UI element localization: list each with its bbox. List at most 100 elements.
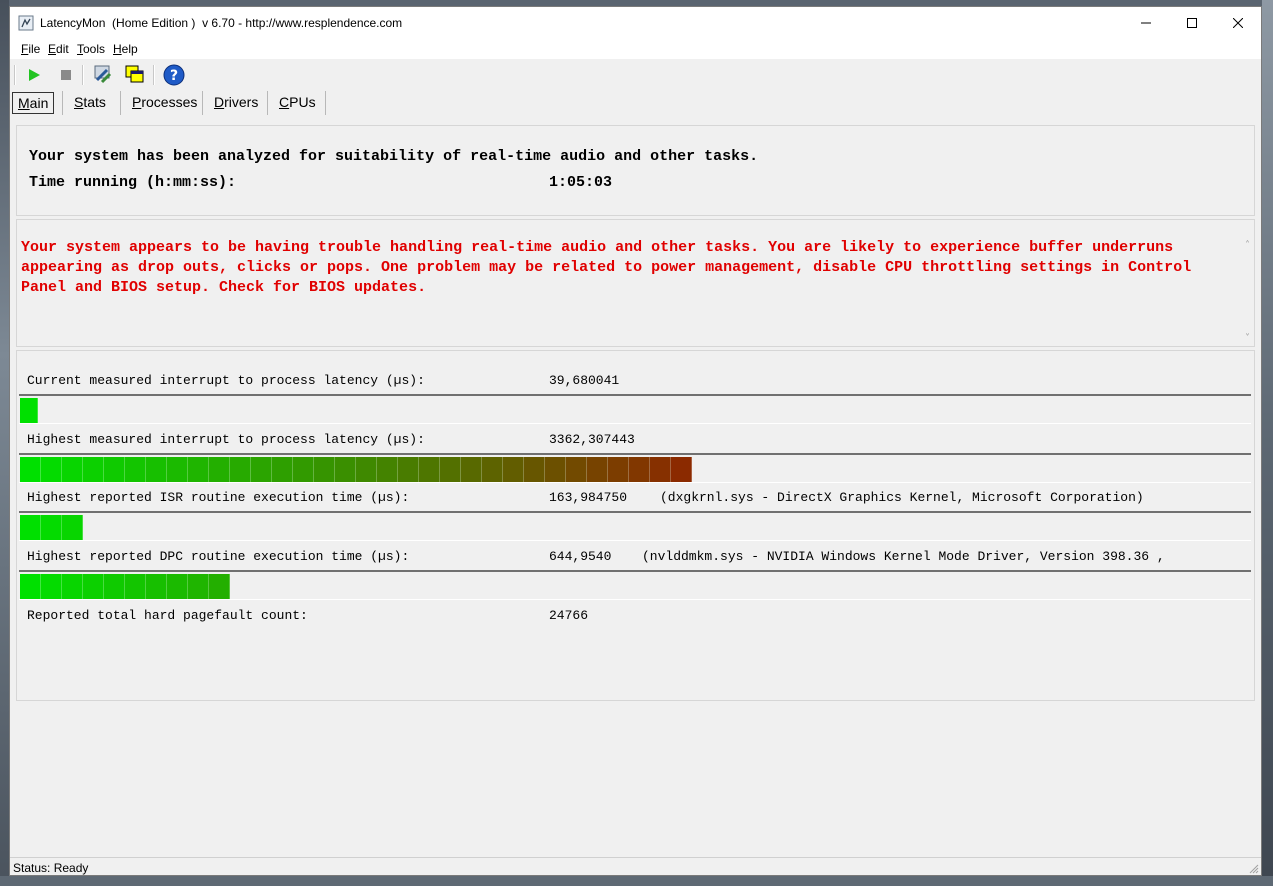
- bar-segment: [188, 457, 209, 482]
- stop-icon: [61, 70, 71, 80]
- maximize-button[interactable]: [1169, 7, 1215, 39]
- bar-segment: [20, 515, 41, 540]
- bar-segment: [104, 574, 125, 599]
- bar-segment: [650, 457, 671, 482]
- highest-latency-value: 3362,307443: [549, 432, 635, 447]
- tab-separator: [267, 91, 268, 115]
- menu-bar: File Edit Tools Help: [10, 39, 1261, 59]
- bar-segment: [146, 574, 167, 599]
- tab-main[interactable]: Main: [12, 92, 55, 114]
- help-button[interactable]: ?: [162, 63, 186, 87]
- tab-processes[interactable]: Processes: [127, 92, 202, 112]
- menu-edit[interactable]: Edit: [48, 42, 69, 56]
- bar-segment: [41, 457, 62, 482]
- bar-segment: [608, 457, 629, 482]
- bar-segment: [335, 457, 356, 482]
- tab-cpus[interactable]: CPUs: [274, 92, 321, 112]
- bar-segment: [398, 457, 419, 482]
- bar-segment: [20, 457, 41, 482]
- isr-time-bar-fill: [20, 515, 83, 540]
- dpc-time-bar-fill: [20, 574, 230, 599]
- bar-segment: [440, 457, 461, 482]
- bar-segment: [671, 457, 692, 482]
- tab-bar: Main Stats Processes Drivers CPUs: [10, 89, 1261, 117]
- play-icon: [29, 69, 40, 81]
- bar-segment: [83, 457, 104, 482]
- bar-segment: [104, 457, 125, 482]
- toolbar-separator: [14, 65, 16, 85]
- menu-file[interactable]: File: [21, 42, 40, 56]
- bar-segment: [293, 457, 314, 482]
- pagefault-value: 24766: [549, 608, 589, 623]
- scroll-down-icon[interactable]: ˅: [1245, 333, 1250, 344]
- current-latency-bar-fill: [20, 398, 38, 423]
- bar-segment: [83, 574, 104, 599]
- tab-separator: [202, 91, 203, 115]
- bar-segment: [419, 457, 440, 482]
- analysis-summary: Your system has been analyzed for suitab…: [29, 148, 759, 165]
- windows-icon: [125, 65, 144, 83]
- isr-driver-info: (dxgkrnl.sys - DirectX Graphics Kernel, …: [660, 490, 1144, 505]
- bar-segment: [41, 515, 62, 540]
- windows-button[interactable]: [123, 63, 147, 87]
- warning-message: Your system appears to be having trouble…: [21, 239, 1192, 296]
- desktop-background-right: [1262, 0, 1273, 886]
- bar-segment: [41, 574, 62, 599]
- bar-segment: [209, 457, 230, 482]
- help-icon: ?: [163, 64, 185, 86]
- isr-time-label: Highest reported ISR routine execution t…: [27, 490, 410, 505]
- title-bar[interactable]: LatencyMon (Home Edition ) v 6.70 - http…: [10, 7, 1261, 39]
- latencymon-window: LatencyMon (Home Edition ) v 6.70 - http…: [9, 6, 1262, 876]
- scroll-up-icon[interactable]: ˄: [1245, 240, 1250, 251]
- bar-segment: [167, 574, 188, 599]
- bar-segment: [125, 574, 146, 599]
- close-button[interactable]: [1215, 7, 1261, 39]
- dpc-time-value: 644,9540: [549, 549, 612, 564]
- tab-separator: [120, 91, 121, 115]
- tab-drivers[interactable]: Drivers: [209, 92, 263, 112]
- window-title: LatencyMon (Home Edition ) v 6.70 - http…: [40, 16, 403, 30]
- resize-grip-icon[interactable]: [1249, 864, 1259, 874]
- time-running-label: Time running (h:mm:ss):: [29, 174, 237, 191]
- menu-tools[interactable]: Tools: [77, 42, 105, 56]
- minimize-button[interactable]: [1123, 7, 1169, 39]
- tab-separator: [325, 91, 326, 115]
- warning-panel[interactable]: Your system appears to be having trouble…: [16, 219, 1255, 347]
- toolbar-separator: [82, 65, 84, 85]
- svg-text:?: ?: [170, 68, 178, 84]
- highest-latency-bar: [19, 453, 1251, 483]
- bar-segment: [503, 457, 524, 482]
- time-running-value: 1:05:03: [549, 174, 613, 191]
- dpc-time-label: Highest reported DPC routine execution t…: [27, 549, 410, 564]
- status-text: Status: Ready: [13, 861, 89, 875]
- desktop-background-bottom: [0, 876, 1273, 886]
- isr-time-bar: [19, 511, 1251, 541]
- tab-separator: [62, 91, 63, 115]
- bar-segment: [167, 457, 188, 482]
- tab-stats[interactable]: Stats: [69, 92, 111, 112]
- toolbar-separator: [153, 65, 155, 85]
- bar-segment: [482, 457, 503, 482]
- dpc-driver-info: (nvlddmkm.sys - NVIDIA Windows Kernel Mo…: [642, 549, 1165, 564]
- app-icon: [18, 15, 34, 31]
- bar-segment: [629, 457, 650, 482]
- bar-segment: [377, 457, 398, 482]
- stop-button[interactable]: [54, 63, 78, 87]
- bar-segment: [62, 574, 83, 599]
- bar-segment: [20, 398, 38, 423]
- tools-button[interactable]: [91, 63, 115, 87]
- bar-segment: [587, 457, 608, 482]
- menu-help[interactable]: Help: [113, 42, 138, 56]
- bar-segment: [62, 515, 83, 540]
- pagefault-label: Reported total hard pagefault count:: [27, 608, 308, 623]
- bar-segment: [314, 457, 335, 482]
- bar-segment: [188, 574, 209, 599]
- highest-latency-bar-fill: [20, 457, 692, 482]
- bar-segment: [524, 457, 545, 482]
- summary-panel: Your system has been analyzed for suitab…: [16, 125, 1255, 216]
- current-latency-label: Current measured interrupt to process la…: [27, 373, 425, 388]
- status-bar: Status: Ready: [10, 857, 1261, 876]
- bar-segment: [356, 457, 377, 482]
- start-button[interactable]: [22, 63, 46, 87]
- bar-segment: [146, 457, 167, 482]
